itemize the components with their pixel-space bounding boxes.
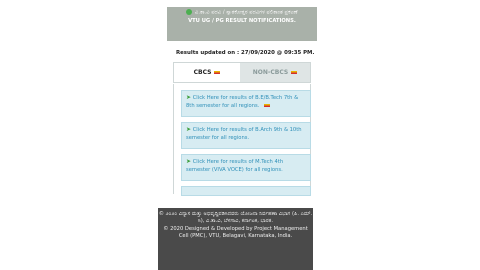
karnataka-flag-icon <box>291 71 298 74</box>
banner-kannada-title: ವಿ.ತಾ.ವಿ ಪದವಿ / ಸ್ನಾತಕೋತ್ತರ ಪದವಿಗಳ ಫಲಿತಾ… <box>195 9 298 16</box>
result-link-barch[interactable]: ➤ Click Here for results of B.Arch 9th &… <box>181 122 311 149</box>
result-link-text: Click Here for results of B.Arch 9th & 1… <box>186 127 302 141</box>
banner-english-title: VTU UG / PG RESULT NOTIFICATIONS. <box>188 17 296 24</box>
cbcs-results-panel: ➤ Click Here for results of B.E/B.Tech 7… <box>173 84 311 196</box>
footer-kannada-credit: © ೨೦೨೦ ವಿನ್ಯಾಸ ಮತ್ತು ಅಭಿವೃದ್ಧಿಪಡಿಸಿದವರು … <box>158 211 313 225</box>
results-updated-text: Results updated on : 27/09/2020 @ 09:35 … <box>176 50 315 56</box>
result-link-be-btech[interactable]: ➤ Click Here for results of B.E/B.Tech 7… <box>181 90 311 117</box>
tab-cbcs[interactable]: CBCS <box>174 63 240 82</box>
tab-non-cbcs[interactable]: NON-CBCS <box>240 63 310 82</box>
tab-non-cbcs-label: NON-CBCS <box>252 69 289 76</box>
page-footer: © ೨೦೨೦ ವಿನ್ಯಾಸ ಮತ್ತು ಅಭಿವೃದ್ಧಿಪಡಿಸಿದವರು … <box>158 208 313 270</box>
arrow-right-icon: ➤ <box>186 158 192 165</box>
arrow-right-icon: ➤ <box>186 94 192 101</box>
tab-cbcs-label: CBCS <box>193 69 212 76</box>
karnataka-flag-icon <box>214 71 221 74</box>
arrow-right-icon: ➤ <box>186 126 192 133</box>
globe-icon <box>186 9 193 15</box>
result-link-text: Click Here for results of M.Tech 4th sem… <box>186 159 284 173</box>
karnataka-flag-icon <box>264 103 271 107</box>
result-notifications-banner: ವಿ.ತಾ.ವಿ ಪದವಿ / ಸ್ನಾತಕೋತ್ತರ ಪದವಿಗಳ ಫಲಿತಾ… <box>167 7 317 41</box>
footer-english-credit: © 2020 Designed & Developed by Project M… <box>163 225 308 240</box>
scheme-tabs: CBCS NON-CBCS <box>173 62 311 83</box>
result-link-mtech[interactable]: ➤ Click Here for results of M.Tech 4th s… <box>181 154 311 181</box>
result-link-partial[interactable] <box>181 186 311 196</box>
result-link-text: Click Here for results of B.E/B.Tech 7th… <box>186 95 299 109</box>
